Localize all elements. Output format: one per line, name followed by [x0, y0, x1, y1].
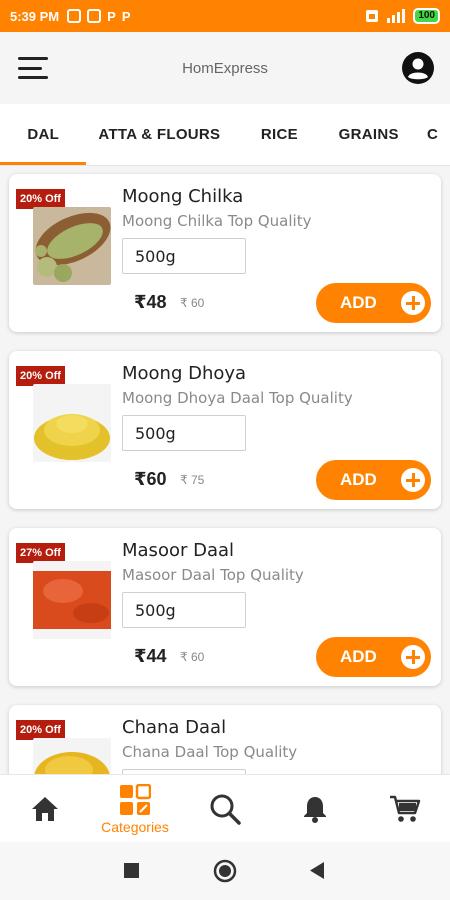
product-name: Masoor Daal [122, 540, 235, 561]
product-price: ₹48 [134, 292, 167, 312]
recents-icon[interactable] [124, 863, 139, 878]
nav-search[interactable] [200, 775, 250, 843]
tab-rice[interactable]: RICE [232, 104, 326, 165]
paytm-icon: P [107, 8, 116, 24]
notification-icons: P P [67, 9, 130, 24]
product-name: Chana Daal [122, 717, 227, 738]
product-card: 20% Off Chana Daal Chana Daal Top Qualit… [9, 705, 441, 774]
product-name: Moong Dhoya [122, 363, 247, 384]
plus-icon [401, 468, 425, 492]
product-list[interactable]: 20% Off Moong Chilka Moong Chilka Top Qu… [0, 166, 450, 774]
app-title: HomExpress [182, 59, 268, 77]
nav-categories[interactable]: Categories [90, 775, 180, 843]
product-image-masoor-daal [33, 561, 111, 639]
discount-badge: 20% Off [16, 720, 65, 740]
nav-notifications[interactable] [290, 775, 340, 843]
product-mrp: ₹ 60 [180, 650, 205, 664]
add-button[interactable]: ADD [316, 283, 431, 323]
nav-categories-label: Categories [101, 818, 169, 835]
battery-icon: 100 [413, 8, 440, 24]
sim-icon [366, 10, 379, 22]
discount-badge: 20% Off [16, 189, 65, 209]
cart-icon [390, 795, 421, 822]
discount-badge: 20% Off [16, 366, 65, 386]
product-description: Moong Chilka Top Quality [122, 212, 312, 230]
product-card: 20% Off Moong Dhoya Moong Dhoya Daal Top… [9, 351, 441, 509]
bell-icon [304, 797, 326, 823]
quantity-select[interactable]: 500g [122, 592, 246, 628]
menu-icon[interactable] [18, 57, 48, 79]
home-icon [32, 797, 58, 821]
plus-icon [401, 291, 425, 315]
category-tabs: DAL ATTA & FLOURS RICE GRAINS C [0, 104, 450, 166]
product-description: Chana Daal Top Quality [122, 743, 298, 761]
product-price: ₹60 [134, 469, 167, 489]
plus-icon [401, 645, 425, 669]
product-mrp: ₹ 75 [180, 473, 205, 487]
quantity-select[interactable]: 500g [122, 238, 246, 274]
nav-cart[interactable] [380, 775, 430, 843]
discount-badge: 27% Off [16, 543, 65, 563]
bottom-navigation: Categories [0, 774, 450, 842]
quantity-select[interactable]: 500g [122, 415, 246, 451]
product-mrp: ₹ 60 [180, 296, 205, 310]
back-icon[interactable] [309, 862, 325, 879]
instagram-icon [87, 9, 102, 23]
product-description: Moong Dhoya Daal Top Quality [122, 389, 353, 407]
account-icon[interactable] [402, 52, 434, 84]
nav-home[interactable] [20, 775, 70, 843]
product-card: 20% Off Moong Chilka Moong Chilka Top Qu… [9, 174, 441, 332]
tab-grains[interactable]: GRAINS [326, 104, 411, 165]
status-bar: 5:39 PM P P 100 [0, 0, 450, 32]
product-description: Masoor Daal Top Quality [122, 566, 304, 584]
status-time: 5:39 PM [10, 8, 60, 24]
product-name: Moong Chilka [122, 186, 244, 207]
add-button[interactable]: ADD [316, 460, 431, 500]
system-navigation-bar [0, 842, 450, 900]
paytm-icon: P [121, 8, 131, 24]
instagram-icon [67, 9, 82, 23]
product-image-moong-dhoya [33, 384, 111, 462]
product-price: ₹44 [134, 646, 167, 666]
tab-dal[interactable]: DAL [0, 104, 87, 165]
search-icon [210, 794, 241, 825]
add-button[interactable]: ADD [316, 637, 431, 677]
categories-icon [120, 783, 151, 815]
system-icons: 100 [365, 8, 440, 24]
tab-more[interactable]: C [411, 104, 450, 165]
home-button-icon[interactable] [213, 859, 237, 883]
tab-atta-flours[interactable]: ATTA & FLOURS [86, 104, 232, 165]
signal-icon [387, 9, 406, 23]
product-card: 27% Off Masoor Daal Masoor Daal Top Qual… [9, 528, 441, 686]
app-bar: HomExpress [0, 32, 450, 104]
product-image-chana-daal [33, 738, 111, 774]
product-image-moong-chilka [33, 207, 111, 285]
